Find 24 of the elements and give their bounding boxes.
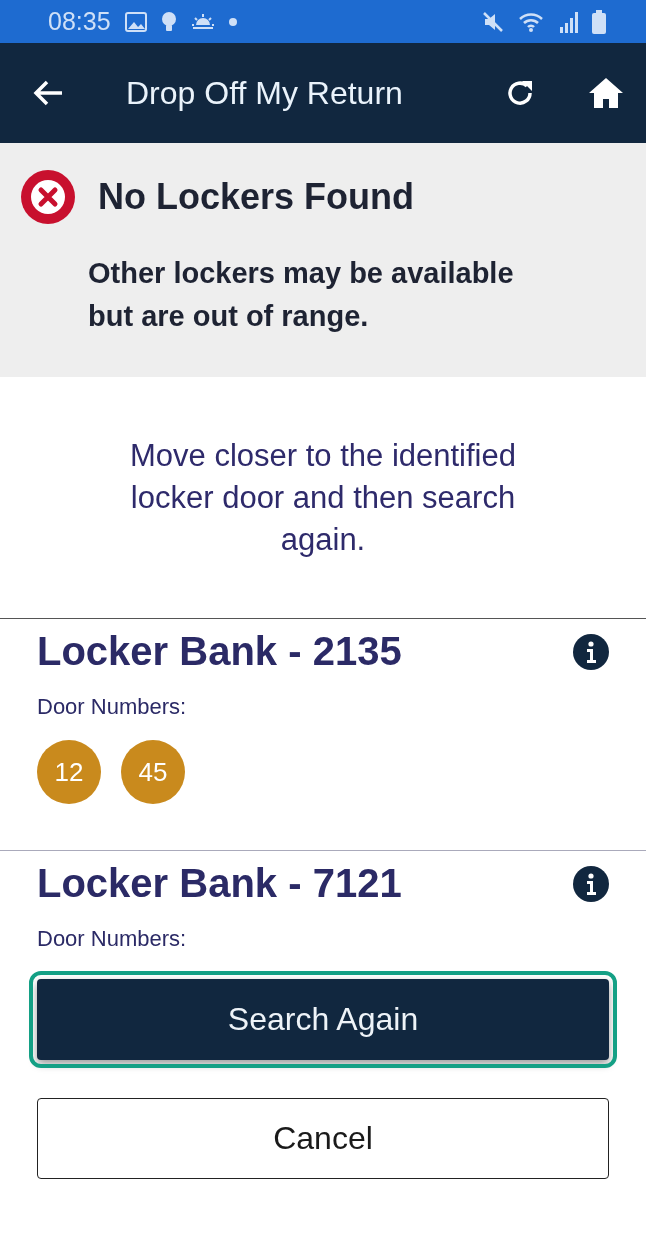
instruction-text: Move closer to the identified locker door and then search again. bbox=[129, 436, 517, 559]
dot-icon bbox=[228, 17, 237, 26]
error-icon bbox=[20, 169, 76, 225]
image-icon bbox=[124, 11, 147, 32]
cancel-button[interactable]: Cancel bbox=[37, 1098, 609, 1179]
alert-message: Other lockers may be available but are out of range. bbox=[88, 256, 515, 334]
sunrise-icon bbox=[190, 12, 215, 31]
signal-icon bbox=[560, 10, 578, 33]
clock-time: 08:35 bbox=[48, 7, 111, 36]
mute-icon bbox=[482, 10, 504, 33]
door-number-badge: 12 bbox=[37, 740, 101, 804]
screen-title: Drop Off My Return bbox=[126, 74, 404, 112]
battery-icon bbox=[592, 9, 606, 34]
info-button[interactable] bbox=[573, 865, 609, 902]
locker-bank-title: Locker Bank - 7121 bbox=[37, 861, 402, 906]
locker-bank-title: Locker Bank - 2135 bbox=[37, 629, 402, 674]
door-numbers-label: Door Numbers: bbox=[37, 926, 187, 952]
door-number-badge: 45 bbox=[121, 740, 185, 804]
alert-title: No Lockers Found bbox=[98, 176, 415, 218]
bulb-icon bbox=[160, 10, 177, 33]
back-button[interactable] bbox=[32, 79, 64, 107]
home-button[interactable] bbox=[588, 77, 624, 109]
info-button[interactable] bbox=[573, 633, 609, 670]
door-numbers-label: Door Numbers: bbox=[37, 694, 187, 720]
